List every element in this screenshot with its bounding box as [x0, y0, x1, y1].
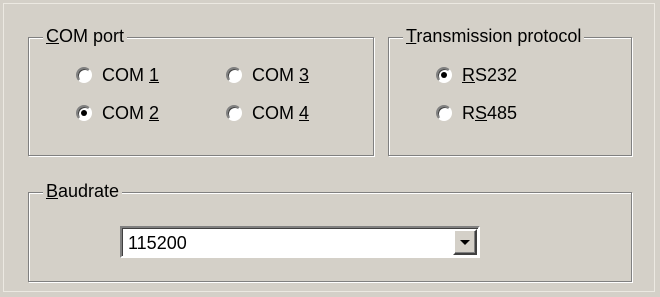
radio-label: COM 4 — [252, 103, 310, 123]
radio-label: COM 2 — [102, 103, 160, 123]
radio-selected-dot — [441, 72, 447, 78]
radio-label: RS232 — [462, 65, 518, 85]
transmission-protocol-group: Transmission protocol — [388, 25, 632, 156]
radio-indicator — [76, 105, 92, 121]
radio-indicator — [226, 67, 242, 83]
radio-com-2[interactable]: COM 2 — [76, 103, 159, 123]
radio-indicator — [226, 105, 242, 121]
radio-label: COM 1 — [102, 65, 160, 85]
baudrate-legend: Baudrate — [43, 180, 123, 202]
radio-label: RS485 — [462, 103, 518, 123]
radio-indicator — [436, 105, 452, 121]
chevron-down-icon — [460, 240, 470, 245]
transmission-protocol-legend: Transmission protocol — [403, 25, 585, 47]
radio-selected-dot — [81, 110, 87, 116]
radio-com-3[interactable]: COM 3 — [226, 65, 309, 85]
com-port-legend: COM port — [43, 25, 128, 47]
radio-label: COM 3 — [252, 65, 310, 85]
radio-com-4[interactable]: COM 4 — [226, 103, 309, 123]
radio-rs232[interactable]: RS232 — [436, 65, 517, 85]
radio-rs485[interactable]: RS485 — [436, 103, 517, 123]
radio-indicator — [436, 67, 452, 83]
baudrate-select[interactable]: 115200 — [120, 226, 480, 258]
com-port-group: COM port — [28, 25, 374, 156]
radio-indicator — [76, 67, 92, 83]
dropdown-button[interactable] — [453, 229, 477, 255]
radio-com-1[interactable]: COM 1 — [76, 65, 159, 85]
baudrate-value: 115200 — [128, 233, 187, 253]
